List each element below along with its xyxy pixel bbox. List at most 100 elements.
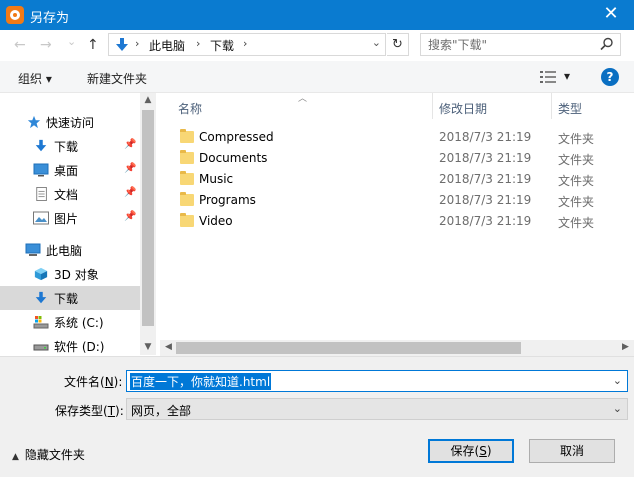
- sidebar-item-label: 快速访问: [46, 116, 95, 130]
- file-type: 文件夹: [558, 216, 595, 230]
- sidebar-item-drive-c[interactable]: 系统 (C:): [0, 310, 140, 334]
- file-date: 2018/7/3 21:19: [439, 151, 532, 165]
- search-input[interactable]: [421, 34, 596, 55]
- forward-button[interactable]: →: [40, 37, 52, 53]
- scroll-left-icon[interactable]: ◀: [165, 342, 172, 352]
- file-row[interactable]: Music 2018/7/3 21:19 文件夹: [160, 169, 630, 190]
- view-list-icon[interactable]: [540, 71, 556, 83]
- pin-icon: 📌: [124, 187, 137, 198]
- sidebar-item-documents[interactable]: 文档 📌: [0, 182, 140, 206]
- filename-label: 文件名(N):: [64, 375, 123, 389]
- app-icon: [6, 6, 24, 24]
- help-button[interactable]: ?: [601, 68, 619, 86]
- sidebar-item-quick-access[interactable]: 快速访问: [0, 110, 140, 134]
- file-date: 2018/7/3 21:19: [439, 214, 532, 228]
- hide-folders-toggle[interactable]: ▲ 隐藏文件夹: [12, 446, 85, 463]
- sidebar-item-label: 文档: [54, 188, 79, 202]
- file-date: 2018/7/3 21:19: [439, 193, 532, 207]
- sidebar-item-pictures[interactable]: 图片 📌: [0, 206, 140, 230]
- column-header-type[interactable]: 类型: [558, 100, 582, 117]
- navigation-scrollbar[interactable]: ▲ ▼: [140, 93, 156, 355]
- star-icon: [27, 115, 41, 129]
- save-form: 文件名(N): 百度一下，你就知道.html ⌄ 保存类型(T): 网页，全部 …: [0, 356, 634, 477]
- scrollbar-thumb[interactable]: [142, 110, 154, 326]
- file-row[interactable]: Documents 2018/7/3 21:19 文件夹: [160, 148, 630, 169]
- address-bar[interactable]: › 此电脑 › 下载 › ⌄: [108, 33, 386, 56]
- cancel-button[interactable]: 取消: [529, 439, 615, 463]
- organize-button[interactable]: 组织 ▾: [18, 70, 52, 87]
- document-icon: [36, 187, 47, 201]
- column-divider[interactable]: [551, 93, 552, 119]
- sidebar-item-label: 桌面: [54, 164, 79, 178]
- scroll-down-icon[interactable]: ▼: [140, 342, 156, 352]
- 3d-objects-icon: [34, 267, 48, 281]
- folder-icon: [180, 192, 194, 206]
- scroll-right-icon[interactable]: ▶: [622, 342, 629, 352]
- file-name: Documents: [199, 151, 268, 165]
- sidebar-item-label: 下载: [54, 140, 79, 154]
- sidebar-item-label: 图片: [54, 212, 79, 226]
- breadcrumb-downloads[interactable]: 下载: [210, 37, 234, 54]
- filetype-label: 保存类型(T):: [55, 404, 124, 418]
- window-title: 另存为: [30, 11, 70, 26]
- scroll-up-icon[interactable]: ▲: [140, 95, 156, 105]
- file-type: 文件夹: [558, 195, 595, 209]
- file-type: 文件夹: [558, 153, 595, 167]
- drive-c-icon: [33, 316, 49, 329]
- hide-folders-label: 隐藏文件夹: [24, 448, 85, 462]
- column-divider[interactable]: [432, 93, 433, 119]
- filetype-select[interactable]: 网页，全部 ⌄: [126, 398, 628, 420]
- sidebar-item-this-pc[interactable]: 此电脑: [0, 238, 140, 262]
- sidebar-item-downloads-quick[interactable]: 下载 📌: [0, 134, 140, 158]
- file-name: Video: [199, 214, 233, 228]
- file-name: Compressed: [199, 130, 274, 144]
- save-button[interactable]: 保存(S): [428, 439, 514, 463]
- filename-field[interactable]: 百度一下，你就知道.html ⌄: [126, 370, 628, 392]
- sidebar-item-label: 系统 (C:): [54, 316, 104, 330]
- sort-ascending-icon: ︿: [298, 94, 308, 104]
- up-button[interactable]: ↑: [87, 37, 99, 53]
- file-date: 2018/7/3 21:19: [439, 130, 532, 144]
- folder-icon: [180, 129, 194, 143]
- file-type: 文件夹: [558, 132, 595, 146]
- filetype-value: 网页，全部: [131, 404, 192, 418]
- search-icon[interactable]: [600, 37, 614, 51]
- folder-icon: [180, 150, 194, 164]
- pin-icon: 📌: [124, 139, 137, 150]
- sidebar-item-label: 此电脑: [46, 244, 83, 258]
- chevron-up-icon: ▲: [12, 452, 19, 462]
- column-header-date[interactable]: 修改日期: [439, 100, 487, 117]
- address-dropdown-icon[interactable]: ⌄: [372, 36, 381, 49]
- breadcrumb-separator: ›: [243, 37, 248, 50]
- file-type: 文件夹: [558, 174, 595, 188]
- file-row[interactable]: Video 2018/7/3 21:19 文件夹: [160, 211, 630, 232]
- file-row[interactable]: Compressed 2018/7/3 21:19 文件夹: [160, 127, 630, 148]
- refresh-button[interactable]: ↻: [387, 33, 409, 56]
- scrollbar-thumb[interactable]: [176, 342, 521, 354]
- filename-input[interactable]: 百度一下，你就知道.html: [130, 373, 272, 390]
- download-icon: [35, 139, 47, 152]
- file-date: 2018/7/3 21:19: [439, 172, 532, 186]
- sidebar-item-downloads[interactable]: 下载: [0, 286, 140, 310]
- back-button[interactable]: ←: [14, 37, 26, 53]
- filename-dropdown-icon[interactable]: ⌄: [613, 374, 622, 387]
- new-folder-button[interactable]: 新建文件夹: [87, 70, 147, 87]
- horizontal-scrollbar[interactable]: ◀ ▶: [160, 340, 634, 356]
- close-button[interactable]: ✕: [588, 0, 634, 30]
- file-name: Programs: [199, 193, 256, 207]
- column-header-name[interactable]: 名称: [178, 100, 202, 117]
- recent-locations-button[interactable]: ⌄: [67, 35, 76, 48]
- filetype-dropdown-icon[interactable]: ⌄: [613, 402, 622, 415]
- sidebar-item-3d-objects[interactable]: 3D 对象: [0, 262, 140, 286]
- sidebar-item-desktop[interactable]: 桌面 📌: [0, 158, 140, 182]
- drive-d-icon: [33, 344, 49, 351]
- breadcrumb-separator: ›: [135, 37, 140, 50]
- search-box[interactable]: [420, 33, 621, 56]
- breadcrumb-this-pc[interactable]: 此电脑: [149, 37, 185, 54]
- sidebar-item-drive-d[interactable]: 软件 (D:): [0, 334, 140, 358]
- sidebar-item-label: 下载: [54, 292, 79, 306]
- download-icon: [116, 38, 128, 51]
- file-row[interactable]: Programs 2018/7/3 21:19 文件夹: [160, 190, 630, 211]
- pc-icon: [25, 243, 41, 256]
- view-dropdown-icon[interactable]: ▾: [564, 69, 570, 83]
